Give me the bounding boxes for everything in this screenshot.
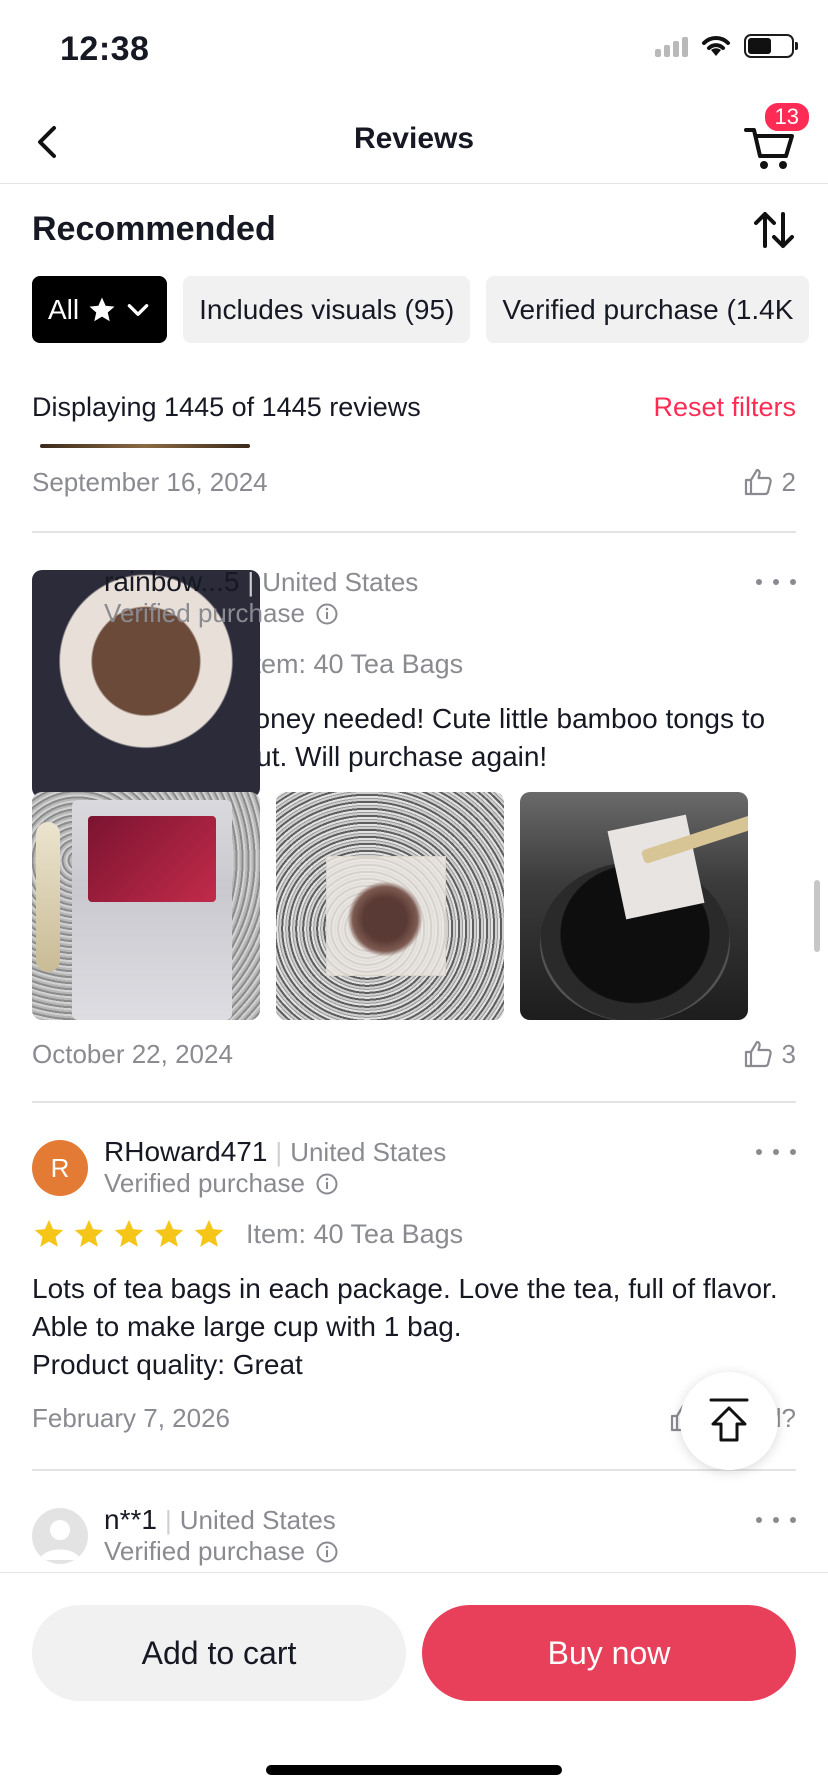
reviewer-name[interactable]: rainbow...5 xyxy=(104,566,239,598)
star-icon xyxy=(34,1219,64,1247)
avatar[interactable]: R xyxy=(32,1140,88,1196)
thumbs-up-icon xyxy=(744,468,772,496)
verified-label: Verified purchase xyxy=(104,1168,305,1198)
star-icon xyxy=(194,1219,224,1247)
info-icon[interactable] xyxy=(315,1540,339,1564)
star-rating xyxy=(32,1217,226,1251)
reviewer-line: n**1 | United States xyxy=(104,1504,336,1536)
rating-row: Item: 40 Tea Bags xyxy=(32,1214,796,1254)
separator: | xyxy=(164,1504,172,1535)
review-text: Lots of tea bags in each package. Love t… xyxy=(32,1270,796,1384)
buy-now-button[interactable]: Buy now xyxy=(422,1605,796,1701)
reviewer-country: United States xyxy=(262,566,419,597)
review-card: n**1 | United States Verified purchase xyxy=(32,1504,796,1572)
results-summary: Displaying 1445 of 1445 reviews Reset fi… xyxy=(32,392,796,423)
filter-all-label: All xyxy=(48,293,80,325)
reset-filters-link[interactable]: Reset filters xyxy=(653,392,796,423)
default-avatar-icon xyxy=(40,1520,80,1560)
status-icons xyxy=(655,34,798,58)
review-text-body: Lots of tea bags in each package. Love t… xyxy=(32,1273,778,1342)
review-card: rainbow...5 | United States Verified pur… xyxy=(32,566,796,1070)
review-header: rainbow...5 | United States Verified pur… xyxy=(32,566,796,798)
item-variant: Item: 40 Tea Bags xyxy=(246,648,464,679)
divider xyxy=(32,1101,796,1103)
more-icon[interactable] xyxy=(756,570,796,594)
star-icon xyxy=(74,1219,104,1247)
review-photo[interactable] xyxy=(32,792,260,1020)
nav-bar: Reviews 13 xyxy=(0,100,828,184)
divider xyxy=(32,1469,796,1471)
filter-chip-visuals[interactable]: Includes visuals (95) xyxy=(183,276,471,343)
page-title: Reviews xyxy=(353,122,475,155)
verified-label: Verified purchase xyxy=(104,1536,305,1566)
signal-icon xyxy=(655,35,688,57)
scrollbar[interactable] xyxy=(814,880,820,952)
thumbs-up-icon xyxy=(744,1040,772,1068)
review-date: February 7, 2026 xyxy=(32,1402,231,1433)
separator: | xyxy=(247,566,255,597)
filter-chips: All Includes visuals (95) Verified purch… xyxy=(32,276,810,343)
review-date: October 22, 2024 xyxy=(32,1038,233,1069)
info-icon[interactable] xyxy=(315,602,339,626)
reviewer-name[interactable]: n**1 xyxy=(104,1504,157,1536)
review-header: R RHoward471 | United States Verified pu… xyxy=(32,1136,796,1204)
separator: | xyxy=(275,1136,283,1167)
arrow-up-icon xyxy=(709,1398,749,1442)
cart-count-badge: 13 xyxy=(761,100,812,134)
like-button[interactable]: 2 xyxy=(742,466,796,498)
sort-button[interactable] xyxy=(750,206,798,254)
like-button[interactable]: 3 xyxy=(742,1038,796,1070)
add-to-cart-button[interactable]: Add to cart xyxy=(32,1605,406,1701)
chevron-down-icon xyxy=(127,303,149,316)
verified-purchase: Verified purchase xyxy=(104,1168,339,1199)
divider xyxy=(32,531,796,533)
reviewer-line: RHoward471 | United States xyxy=(104,1136,446,1168)
like-count: 2 xyxy=(781,466,796,497)
review-product-quality: Product quality: Great xyxy=(32,1349,303,1380)
review-photo[interactable] xyxy=(520,792,748,1020)
star-icon xyxy=(89,297,115,321)
more-icon[interactable] xyxy=(756,1140,796,1164)
verified-label: Verified purchase xyxy=(104,598,305,628)
info-icon[interactable] xyxy=(315,1172,339,1196)
review-photo[interactable] xyxy=(276,792,504,1020)
item-variant: Item: 40 Tea Bags xyxy=(246,1218,464,1249)
helpful-text: l? xyxy=(775,1402,796,1433)
verified-purchase: Verified purchase xyxy=(104,1536,339,1567)
status-time: 12:38 xyxy=(60,30,150,68)
review-footer: October 22, 2024 3 xyxy=(32,1038,796,1070)
avatar[interactable] xyxy=(32,1508,88,1564)
wifi-icon xyxy=(702,36,730,56)
reviewer-country: United States xyxy=(290,1136,447,1167)
reviewer-line: rainbow...5 | United States xyxy=(104,566,418,598)
reviewer-name[interactable]: RHoward471 xyxy=(104,1136,267,1168)
reviewer-country: United States xyxy=(179,1504,336,1535)
filter-chip-all[interactable]: All xyxy=(32,276,168,343)
star-icon xyxy=(154,1219,184,1247)
previous-review-photo-edge xyxy=(40,444,250,448)
battery-icon xyxy=(744,34,798,58)
review-date: September 16, 2024 xyxy=(32,466,268,497)
section-title: Recommended xyxy=(32,210,276,248)
bottom-action-bar: Add to cart Buy now xyxy=(0,1572,828,1792)
verified-purchase: Verified purchase xyxy=(104,598,339,629)
review-photos xyxy=(32,792,796,1020)
like-count: 3 xyxy=(781,1038,796,1069)
star-icon xyxy=(114,1219,144,1247)
review-header: n**1 | United States Verified purchase xyxy=(32,1504,796,1572)
home-indicator[interactable] xyxy=(266,1765,562,1775)
sort-icon xyxy=(754,212,794,248)
results-count: Displaying 1445 of 1445 reviews xyxy=(32,392,421,422)
scroll-to-top-button[interactable] xyxy=(680,1372,778,1470)
review-card: R RHoward471 | United States Verified pu… xyxy=(32,1136,796,1434)
filter-chip-verified[interactable]: Verified purchase (1.4K xyxy=(486,276,810,343)
status-bar: 12:38 xyxy=(0,0,828,100)
more-icon[interactable] xyxy=(756,1508,796,1532)
previous-review-footer: September 16, 2024 2 xyxy=(32,466,796,498)
